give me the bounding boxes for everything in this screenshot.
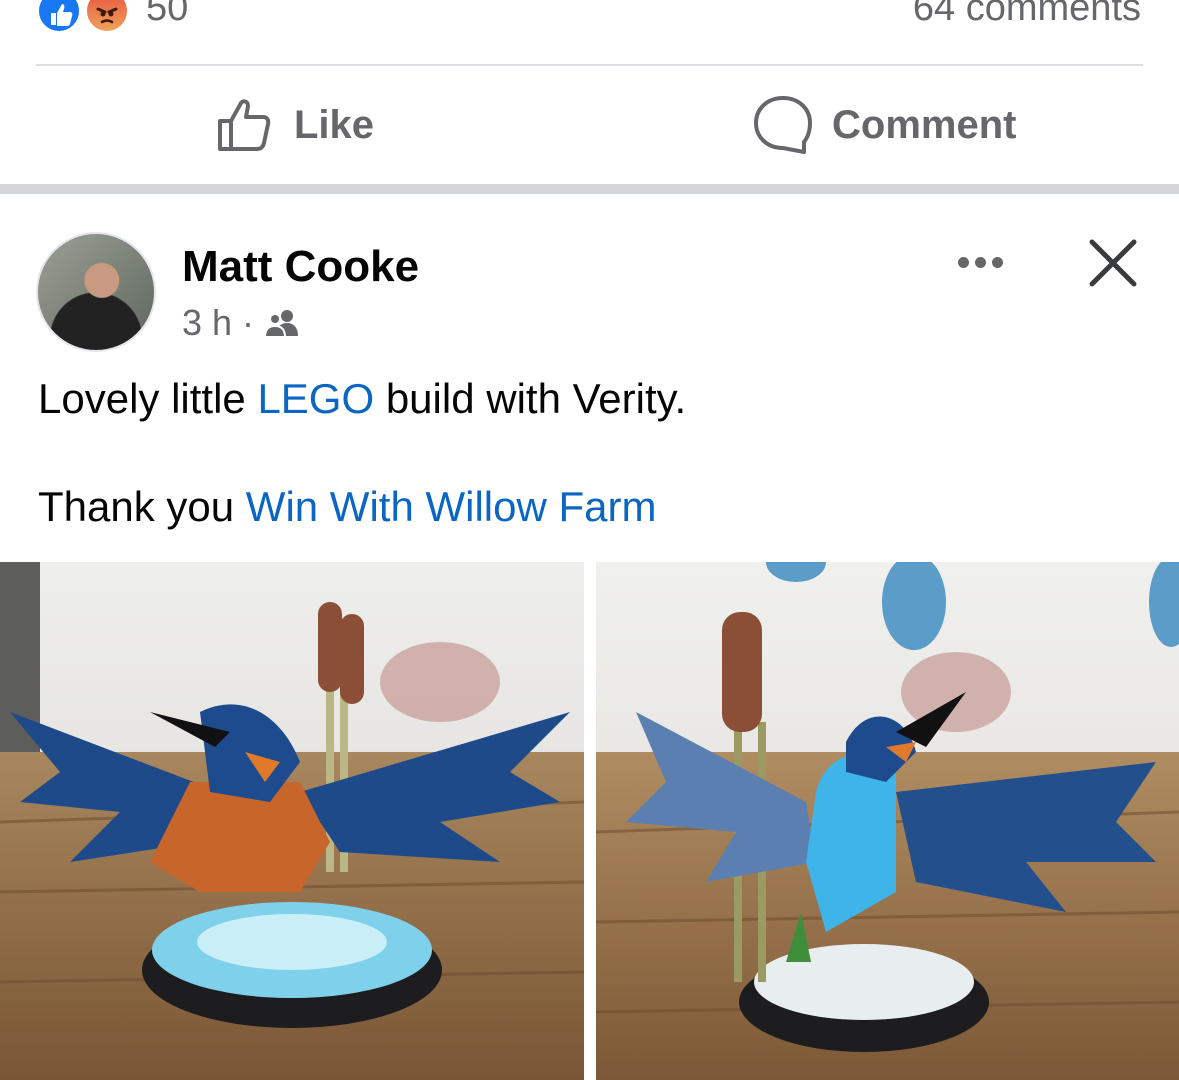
author-name[interactable]: Matt Cooke [182, 242, 419, 292]
dot [974, 256, 986, 268]
like-label: Like [294, 102, 375, 147]
dot [957, 256, 969, 268]
feed-separator [0, 184, 1179, 194]
close-post-button[interactable] [1084, 234, 1142, 292]
comment-count[interactable]: 64 comments [913, 0, 1141, 28]
like-button[interactable]: Like [216, 66, 374, 184]
angry-reaction-icon [84, 0, 130, 34]
text-segment: build with Verity. [374, 375, 687, 422]
close-icon [1089, 239, 1137, 287]
comment-bubble-icon [754, 96, 812, 154]
post-text: Lovely little LEGO build with Verity. Th… [38, 372, 1138, 534]
post-text-line-2: Thank you Win With Willow Farm [38, 480, 1138, 534]
lego-link[interactable]: LEGO [257, 375, 374, 422]
reactions-summary[interactable]: 50 64 comments [0, 0, 1179, 64]
post-time[interactable]: 3 h [182, 302, 232, 344]
action-bar: Like Comment [0, 66, 1179, 184]
meta-separator: · [242, 302, 255, 343]
text-segment: Lovely little [38, 375, 258, 422]
comment-label: Comment [832, 102, 1017, 147]
willow-farm-link[interactable]: Win With Willow Farm [246, 483, 657, 530]
reaction-count[interactable]: 50 [146, 0, 188, 28]
text-segment: Thank you [38, 483, 246, 530]
reaction-icons [36, 0, 136, 34]
kingfisher-photo-front [0, 562, 584, 1080]
dot [991, 256, 1003, 268]
feed-post: Matt Cooke 3 h · Lovely little LEGO buil… [0, 194, 1179, 1080]
post-text-line-1: Lovely little LEGO build with Verity. [38, 372, 1138, 426]
post-photo-2[interactable] [596, 562, 1179, 1080]
more-options-button[interactable] [952, 242, 1008, 282]
kingfisher-photo-side [596, 562, 1179, 1080]
comment-button[interactable]: Comment [752, 66, 1016, 184]
like-reaction-icon [36, 0, 82, 34]
thumbs-up-icon [218, 99, 271, 151]
author-avatar[interactable] [36, 232, 156, 352]
friends-icon[interactable] [264, 308, 300, 338]
post-photo-1[interactable] [0, 562, 584, 1080]
post-meta: 3 h · [182, 302, 300, 344]
